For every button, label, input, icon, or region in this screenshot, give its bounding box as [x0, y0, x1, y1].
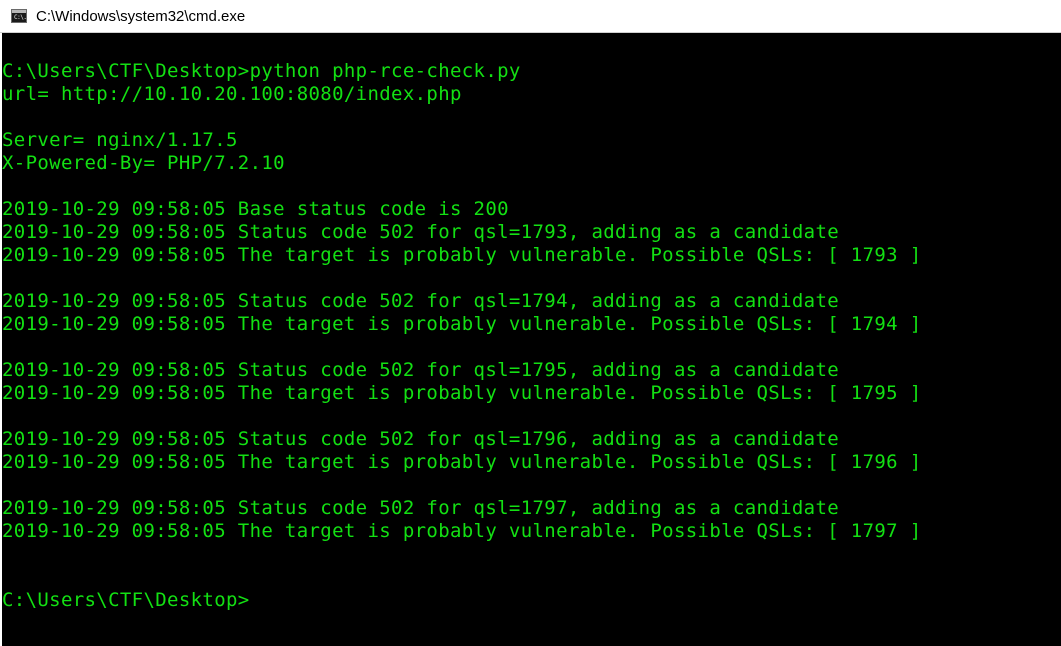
- title-bar[interactable]: C:\. C:\Windows\system32\cmd.exe: [0, 0, 1061, 33]
- console-line: 2019-10-29 09:58:05 Status code 502 for …: [2, 497, 840, 519]
- console-line: 2019-10-29 09:58:05 Status code 502 for …: [2, 290, 840, 312]
- console-line: 2019-10-29 09:58:05 The target is probab…: [2, 244, 922, 266]
- console-line: 2019-10-29 09:58:05 Base status code is …: [2, 198, 509, 220]
- console-line: Server= nginx/1.17.5: [2, 129, 238, 151]
- console-line: 2019-10-29 09:58:05 The target is probab…: [2, 382, 922, 404]
- console-line: 2019-10-29 09:58:05 Status code 502 for …: [2, 359, 840, 381]
- console-line: 2019-10-29 09:58:05 The target is probab…: [2, 451, 922, 473]
- window-title: C:\Windows\system32\cmd.exe: [36, 8, 246, 25]
- cmd-icon[interactable]: C:\.: [11, 9, 27, 23]
- cmd-icon-bar: [12, 10, 26, 13]
- console-line: 2019-10-29 09:58:05 The target is probab…: [2, 313, 922, 335]
- console-line: 2019-10-29 09:58:05 Status code 502 for …: [2, 221, 840, 243]
- console-line: C:\Users\CTF\Desktop>python php-rce-chec…: [2, 60, 521, 82]
- console-line: X-Powered-By= PHP/7.2.10: [2, 152, 285, 174]
- console-output-area[interactable]: C:\Users\CTF\Desktop>python php-rce-chec…: [2, 33, 1061, 646]
- cmd-window: C:\. C:\Windows\system32\cmd.exe C:\User…: [0, 0, 1061, 646]
- cmd-icon-glyph: C:\.: [14, 14, 27, 21]
- console-prompt-line[interactable]: C:\Users\CTF\Desktop>: [2, 589, 922, 612]
- console-line: url= http://10.10.20.100:8080/index.php: [2, 83, 462, 105]
- console-line: 2019-10-29 09:58:05 Status code 502 for …: [2, 428, 840, 450]
- console-lines: C:\Users\CTF\Desktop>python php-rce-chec…: [2, 60, 922, 612]
- console-line: 2019-10-29 09:58:05 The target is probab…: [2, 520, 922, 542]
